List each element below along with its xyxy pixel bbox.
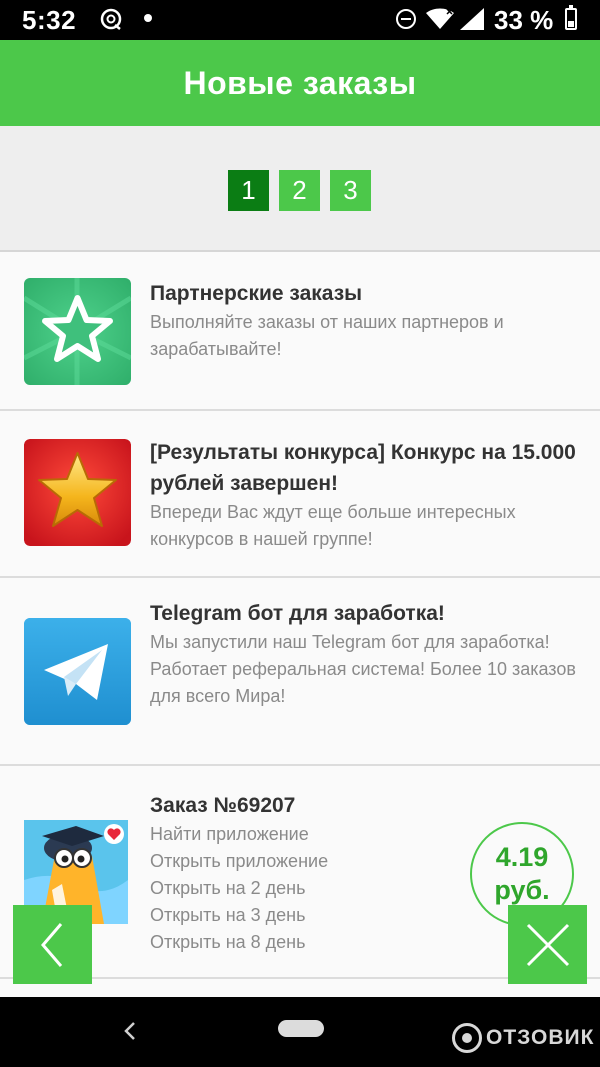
list-item[interactable]: [Результаты конкурса] Конкурс на 15.000 … (0, 411, 600, 578)
dot-icon (144, 14, 152, 22)
item-text: Заказ №69207 Найти приложение Открыть пр… (150, 790, 470, 956)
battery-percent: 33 % (494, 5, 554, 35)
chevron-left-icon (40, 922, 62, 967)
gold-star-icon (24, 439, 131, 546)
watermark-logo-icon (452, 1023, 482, 1053)
battery-icon (565, 5, 577, 30)
price-value: 4.19 (495, 842, 549, 872)
list-item[interactable]: Telegram бот для заработка! Мы запустили… (0, 578, 600, 766)
page-button-1[interactable]: 1 (228, 170, 269, 211)
item-description: Впереди Вас ждут еще больше интересных к… (150, 502, 516, 549)
task-5: Открыть на 8 день (150, 932, 306, 952)
status-bar: 5:32 33 % (0, 0, 600, 40)
watermark: ОТЗОВИК (452, 1023, 594, 1053)
telegram-icon (24, 618, 131, 725)
price-unit: руб. (494, 875, 550, 905)
list-item[interactable]: Партнерские заказы Выполняйте заказы от … (0, 254, 600, 411)
app-screen: 5:32 33 % Новые заказы 1 2 3 Партнерские… (0, 0, 600, 1067)
order-title: Заказ №69207 (150, 794, 296, 817)
nav-home-pill[interactable] (278, 1020, 324, 1037)
item-title: [Результаты конкурса] Конкурс на 15.000 … (150, 441, 576, 495)
notification-app-icon (100, 8, 122, 30)
close-icon (526, 923, 569, 966)
item-text: Партнерские заказы Выполняйте заказы от … (150, 278, 576, 363)
system-nav-bar: ОТЗОВИК (0, 997, 600, 1067)
item-text: Telegram бот для заработка! Мы запустили… (150, 598, 576, 710)
item-text: [Результаты конкурса] Конкурс на 15.000 … (150, 437, 576, 553)
signal-icon (460, 8, 484, 30)
item-description: Мы запустили наш Telegram бот для зарабо… (150, 632, 576, 706)
page-button-3[interactable]: 3 (330, 170, 371, 211)
task-4: Открыть на 3 день (150, 905, 306, 925)
app-header: Новые заказы (0, 40, 600, 126)
page-button-2[interactable]: 2 (279, 170, 320, 211)
task-1: Найти приложение (150, 824, 309, 844)
pagination: 1 2 3 (228, 170, 371, 211)
back-button[interactable] (13, 905, 92, 984)
watermark-text: ОТЗОВИК (486, 1026, 595, 1049)
item-title: Партнерские заказы (150, 282, 363, 305)
item-description: Выполняйте заказы от наших партнеров и з… (150, 312, 504, 359)
wifi-icon (426, 8, 454, 29)
do-not-disturb-icon (396, 9, 416, 29)
orders-list: Партнерские заказы Выполняйте заказы от … (0, 254, 600, 979)
task-3: Открыть на 2 день (150, 878, 306, 898)
page-title: Новые заказы (183, 64, 417, 101)
status-time: 5:32 (22, 5, 77, 35)
task-2: Открыть приложение (150, 851, 329, 871)
close-button[interactable] (508, 905, 587, 984)
pagination-bar: 1 2 3 (0, 126, 600, 252)
nav-back-icon[interactable] (120, 1019, 140, 1043)
item-title: Telegram бот для заработка! (150, 602, 445, 625)
green-star-icon (24, 278, 131, 385)
